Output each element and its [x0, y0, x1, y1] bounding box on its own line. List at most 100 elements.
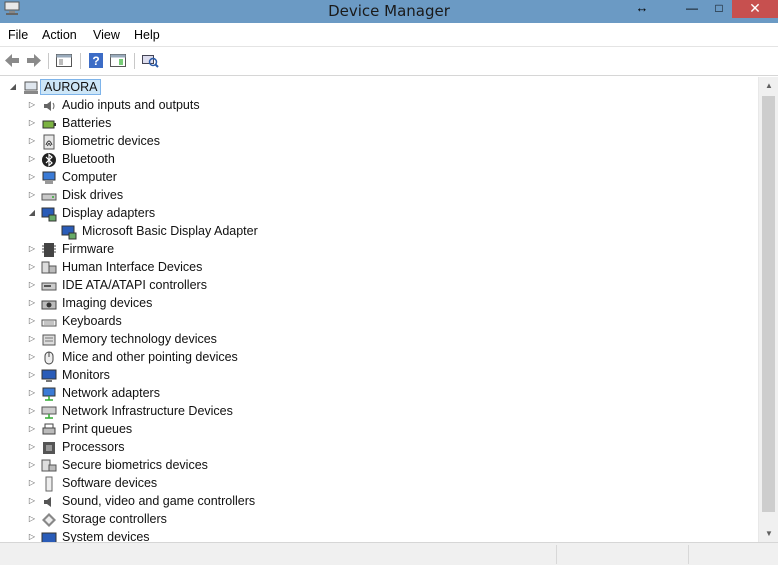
scan-hardware-icon[interactable]	[141, 52, 159, 69]
minimize-button[interactable]: —	[678, 0, 706, 20]
collapsed-arrow-icon[interactable]: ▷	[27, 244, 37, 254]
collapsed-arrow-icon[interactable]: ▷	[27, 316, 37, 326]
tree-category[interactable]: ▷ Disk drives	[0, 187, 740, 205]
tree-category[interactable]: ▷ Print queues	[0, 421, 740, 439]
tree-item-label[interactable]: Imaging devices	[62, 296, 152, 310]
tree-category[interactable]: ▷ System devices	[0, 529, 740, 542]
system-devices-icon	[41, 532, 57, 542]
tree-category[interactable]: ▷ Audio inputs and outputs	[0, 97, 740, 115]
tree-item-label[interactable]: Keyboards	[62, 314, 122, 328]
help-icon[interactable]: ?	[87, 52, 105, 69]
back-icon[interactable]	[3, 52, 21, 69]
close-button[interactable]: ✕	[732, 0, 778, 18]
tree-item-label[interactable]: Software devices	[62, 476, 157, 490]
tree-item-label[interactable]: Print queues	[62, 422, 132, 436]
tree-item-label[interactable]: Display adapters	[62, 206, 155, 220]
collapsed-arrow-icon[interactable]: ▷	[27, 154, 37, 164]
device-tree[interactable]: ◢ AURORA ▷ Audio inputs and outputs ▷ Batte…	[0, 77, 758, 542]
tree-item-label[interactable]: Firmware	[62, 242, 114, 256]
tree-category[interactable]: ▷ Batteries	[0, 115, 740, 133]
collapsed-arrow-icon[interactable]: ▷	[27, 424, 37, 434]
scroll-up-icon[interactable]: ▲	[759, 77, 778, 94]
tree-item-label[interactable]: Mice and other pointing devices	[62, 350, 238, 364]
tree-category[interactable]: ▷ Monitors	[0, 367, 740, 385]
collapsed-arrow-icon[interactable]: ▷	[27, 388, 37, 398]
collapsed-arrow-icon[interactable]: ▷	[27, 118, 37, 128]
menu-file[interactable]: File	[8, 28, 28, 42]
tree-item-label[interactable]: Network adapters	[62, 386, 160, 400]
tree-category[interactable]: ▷ Network adapters	[0, 385, 740, 403]
tree-category[interactable]: ▷ Memory technology devices	[0, 331, 740, 349]
properties-panel-icon[interactable]	[55, 52, 73, 69]
expanded-arrow-icon[interactable]: ◢	[8, 82, 18, 92]
tree-category[interactable]: ▷ Bluetooth	[0, 151, 740, 169]
tree-item-label[interactable]: Bluetooth	[62, 152, 115, 166]
toolbar-separator	[48, 53, 49, 69]
tree-category[interactable]: ▷ Network Infrastructure Devices	[0, 403, 740, 421]
tree-category[interactable]: ▷ Keyboards	[0, 313, 740, 331]
collapsed-arrow-icon[interactable]: ▷	[27, 442, 37, 452]
tree-item-label[interactable]: Audio inputs and outputs	[62, 98, 200, 112]
tree-item-label[interactable]: Sound, video and game controllers	[62, 494, 255, 508]
menu-help[interactable]: Help	[134, 28, 160, 42]
collapsed-arrow-icon[interactable]: ▷	[27, 352, 37, 362]
menu-action[interactable]: Action	[42, 28, 77, 42]
menu-view[interactable]: View	[93, 28, 120, 42]
tree-item-label[interactable]: Batteries	[62, 116, 111, 130]
tree-item-label[interactable]: Network Infrastructure Devices	[62, 404, 233, 418]
collapsed-arrow-icon[interactable]: ▷	[27, 406, 37, 416]
tree-category[interactable]: ▷ Sound, video and game controllers	[0, 493, 740, 511]
tree-child-item[interactable]: Microsoft Basic Display Adapter	[0, 223, 740, 241]
resize-icon[interactable]: ↔	[628, 0, 656, 20]
tree-item-label[interactable]: IDE ATA/ATAPI controllers	[62, 278, 207, 292]
tree-item-label[interactable]: Secure biometrics devices	[62, 458, 208, 472]
console-tree-icon[interactable]	[109, 52, 127, 69]
tree-item-label[interactable]: Disk drives	[62, 188, 123, 202]
tree-category[interactable]: ▷ Processors	[0, 439, 740, 457]
tree-category[interactable]: ▷ Imaging devices	[0, 295, 740, 313]
scroll-thumb[interactable]	[762, 96, 775, 512]
tree-item-label[interactable]: Monitors	[62, 368, 110, 382]
collapsed-arrow-icon[interactable]: ▷	[27, 514, 37, 524]
forward-icon[interactable]	[25, 52, 43, 69]
tree-category[interactable]: ▷ Computer	[0, 169, 740, 187]
collapsed-arrow-icon[interactable]: ▷	[27, 190, 37, 200]
tree-item-label[interactable]: Storage controllers	[62, 512, 167, 526]
title-bar[interactable]: Device Manager ↔ — □ ✕	[0, 0, 778, 23]
tree-category[interactable]: ▷ Biometric devices	[0, 133, 740, 151]
tree-item-label[interactable]: Microsoft Basic Display Adapter	[82, 224, 258, 238]
collapsed-arrow-icon[interactable]: ▷	[27, 172, 37, 182]
collapsed-arrow-icon[interactable]: ▷	[27, 460, 37, 470]
tree-category[interactable]: ▷ Mice and other pointing devices	[0, 349, 740, 367]
expanded-arrow-icon[interactable]: ◢	[27, 208, 37, 218]
collapsed-arrow-icon[interactable]: ▷	[27, 262, 37, 272]
tree-category[interactable]: ▷ Storage controllers	[0, 511, 740, 529]
window-title: Device Manager	[328, 2, 450, 20]
collapsed-arrow-icon[interactable]: ▷	[27, 370, 37, 380]
tree-root-label[interactable]: AURORA	[40, 79, 102, 95]
tree-category[interactable]: ▷ Secure biometrics devices	[0, 457, 740, 475]
tree-item-label[interactable]: Processors	[62, 440, 125, 454]
tree-category[interactable]: ▷ Software devices	[0, 475, 740, 493]
tree-category[interactable]: ◢ Display adapters	[0, 205, 740, 223]
collapsed-arrow-icon[interactable]: ▷	[27, 280, 37, 290]
maximize-button[interactable]: □	[706, 0, 732, 20]
tree-category[interactable]: ▷ IDE ATA/ATAPI controllers	[0, 277, 740, 295]
collapsed-arrow-icon[interactable]: ▷	[27, 334, 37, 344]
vertical-scrollbar[interactable]: ▲ ▼	[758, 77, 778, 542]
tree-item-label[interactable]: Human Interface Devices	[62, 260, 202, 274]
tree-root[interactable]: ◢ AURORA	[0, 79, 740, 97]
tree-item-label[interactable]: Memory technology devices	[62, 332, 217, 346]
collapsed-arrow-icon[interactable]: ▷	[27, 478, 37, 488]
collapsed-arrow-icon[interactable]: ▷	[27, 496, 37, 506]
tree-category[interactable]: ▷ Human Interface Devices	[0, 259, 740, 277]
tree-item-label[interactable]: Computer	[62, 170, 117, 184]
scroll-down-icon[interactable]: ▼	[759, 525, 778, 542]
collapsed-arrow-icon[interactable]: ▷	[27, 136, 37, 146]
collapsed-arrow-icon[interactable]: ▷	[27, 100, 37, 110]
collapsed-arrow-icon[interactable]: ▷	[27, 298, 37, 308]
tree-item-label[interactable]: System devices	[62, 530, 150, 542]
tree-category[interactable]: ▷ Firmware	[0, 241, 740, 259]
collapsed-arrow-icon[interactable]: ▷	[27, 532, 37, 542]
tree-item-label[interactable]: Biometric devices	[62, 134, 160, 148]
